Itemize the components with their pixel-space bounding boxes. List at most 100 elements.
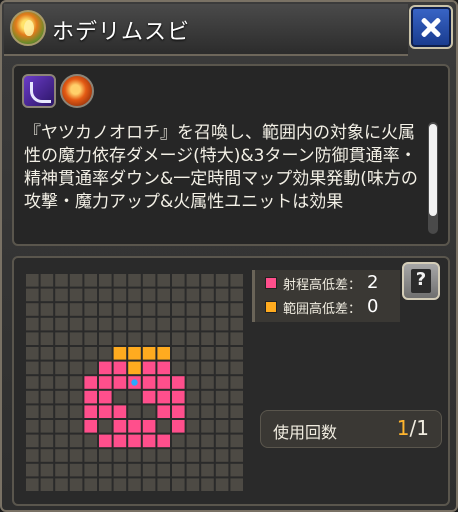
- range-cell: [157, 405, 170, 418]
- grid-cell: [157, 420, 170, 433]
- range-cell: [128, 420, 141, 433]
- grid-cell: [142, 405, 156, 418]
- grid-cell: [55, 317, 68, 331]
- grid-cell: [201, 288, 214, 302]
- grid-cell: [201, 434, 214, 448]
- grid-cell: [84, 288, 97, 302]
- grid-cell: [113, 390, 127, 404]
- grid-cell: [230, 361, 243, 375]
- grid-cell: [142, 449, 156, 462]
- range-cell: [113, 420, 127, 433]
- area-cell: [128, 361, 141, 375]
- grid-cell: [40, 376, 54, 389]
- description-scrollbar[interactable]: [428, 122, 438, 234]
- range-cell: [99, 405, 112, 418]
- grid-cell: [55, 376, 68, 389]
- grid-cell: [99, 317, 112, 331]
- grid-cell: [99, 420, 112, 433]
- grid-cell: [55, 390, 68, 404]
- area-cell: [157, 347, 170, 360]
- grid-cell: [69, 478, 83, 491]
- grid-cell: [215, 274, 229, 287]
- grid-cell: [215, 376, 229, 389]
- close-button[interactable]: [409, 5, 453, 49]
- height-legend: 射程高低差： 2 範囲高低差： 0: [252, 270, 400, 322]
- range-cell: [157, 390, 170, 404]
- range-cell: [172, 420, 185, 433]
- range-cell: [84, 376, 97, 389]
- grid-cell: [26, 449, 39, 462]
- grid-cell: [113, 478, 127, 491]
- grid-cell: [99, 347, 112, 360]
- grid-cell: [55, 405, 68, 418]
- help-button[interactable]: ?: [402, 262, 440, 300]
- range-cell: [113, 434, 127, 448]
- grid-cell: [201, 463, 214, 477]
- description-scrollbar-thumb[interactable]: [429, 124, 437, 216]
- range-cell: [99, 376, 112, 389]
- grid-cell: [230, 288, 243, 302]
- grid-cell: [69, 390, 83, 404]
- grid-cell: [84, 361, 97, 375]
- range-cell: [99, 390, 112, 404]
- grid-cell: [230, 478, 243, 491]
- grid-cell: [69, 274, 83, 287]
- grid-cell: [186, 478, 200, 491]
- grid-cell: [172, 449, 185, 462]
- grid-cell: [186, 434, 200, 448]
- grid-cell: [230, 317, 243, 331]
- range-cell: [142, 420, 156, 433]
- grid-cell: [99, 478, 112, 491]
- grid-cell: [40, 449, 54, 462]
- area-cell: [128, 347, 141, 360]
- grid-cell: [172, 347, 185, 360]
- grid-cell: [40, 420, 54, 433]
- grid-cell: [215, 463, 229, 477]
- usage-max: 1: [416, 416, 429, 440]
- range-cell: [157, 376, 170, 389]
- grid-cell: [128, 449, 141, 462]
- grid-cell: [69, 376, 83, 389]
- range-cell: [99, 434, 112, 448]
- grid-cell: [69, 405, 83, 418]
- grid-cell: [157, 317, 170, 331]
- grid-cell: [230, 463, 243, 477]
- grid-cell: [99, 303, 112, 316]
- grid-cell: [201, 274, 214, 287]
- grid-cell: [26, 317, 39, 331]
- grid-cell: [142, 332, 156, 345]
- grid-cell: [26, 434, 39, 448]
- grid-cell: [40, 274, 54, 287]
- range-cell: [113, 405, 127, 418]
- grid-cell: [55, 347, 68, 360]
- grid-cell: [113, 463, 127, 477]
- grid-cell: [186, 274, 200, 287]
- grid-cell: [157, 463, 170, 477]
- grid-cell: [55, 449, 68, 462]
- grid-cell: [69, 449, 83, 462]
- grid-cell: [186, 303, 200, 316]
- grid-cell: [26, 390, 39, 404]
- grid-cell: [84, 303, 97, 316]
- skill-detail-window: ホデリムスビ 『ヤツカノオロチ』を召喚し、範囲内の対象に火属性の魔力依存ダメージ…: [0, 0, 458, 512]
- question-icon: ?: [415, 269, 427, 290]
- grid-cell: [215, 434, 229, 448]
- grid-cell: [186, 317, 200, 331]
- grid-cell: [172, 274, 185, 287]
- grid-cell: [172, 463, 185, 477]
- grid-cell: [40, 405, 54, 418]
- grid-cell: [157, 303, 170, 316]
- range-panel: 射程高低差： 2 範囲高低差： 0 ? 使用回数 1/1: [12, 256, 450, 506]
- grid-cell: [142, 288, 156, 302]
- grid-cell: [201, 361, 214, 375]
- grid-cell: [26, 347, 39, 360]
- grid-cell: [26, 288, 39, 302]
- grid-cell: [186, 405, 200, 418]
- grid-cell: [172, 434, 185, 448]
- legend-area-label: 範囲高低差：: [283, 301, 362, 317]
- range-swatch: [265, 277, 277, 289]
- range-cell: [142, 434, 156, 448]
- grid-cell: [201, 478, 214, 491]
- grid-cell: [128, 288, 141, 302]
- grid-cell: [55, 463, 68, 477]
